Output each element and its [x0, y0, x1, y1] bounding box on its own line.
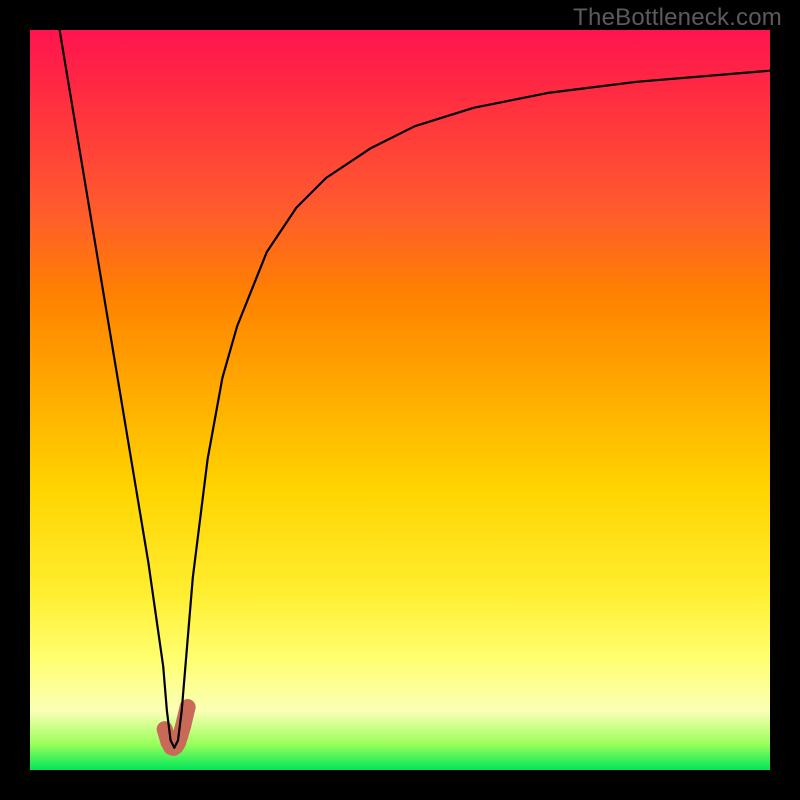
bottleneck-curve	[60, 30, 770, 748]
chart-frame: TheBottleneck.com	[0, 0, 800, 800]
curve-svg	[30, 30, 770, 770]
watermark-text: TheBottleneck.com	[573, 4, 782, 32]
glow-point	[175, 718, 191, 734]
plot-area	[30, 30, 770, 770]
